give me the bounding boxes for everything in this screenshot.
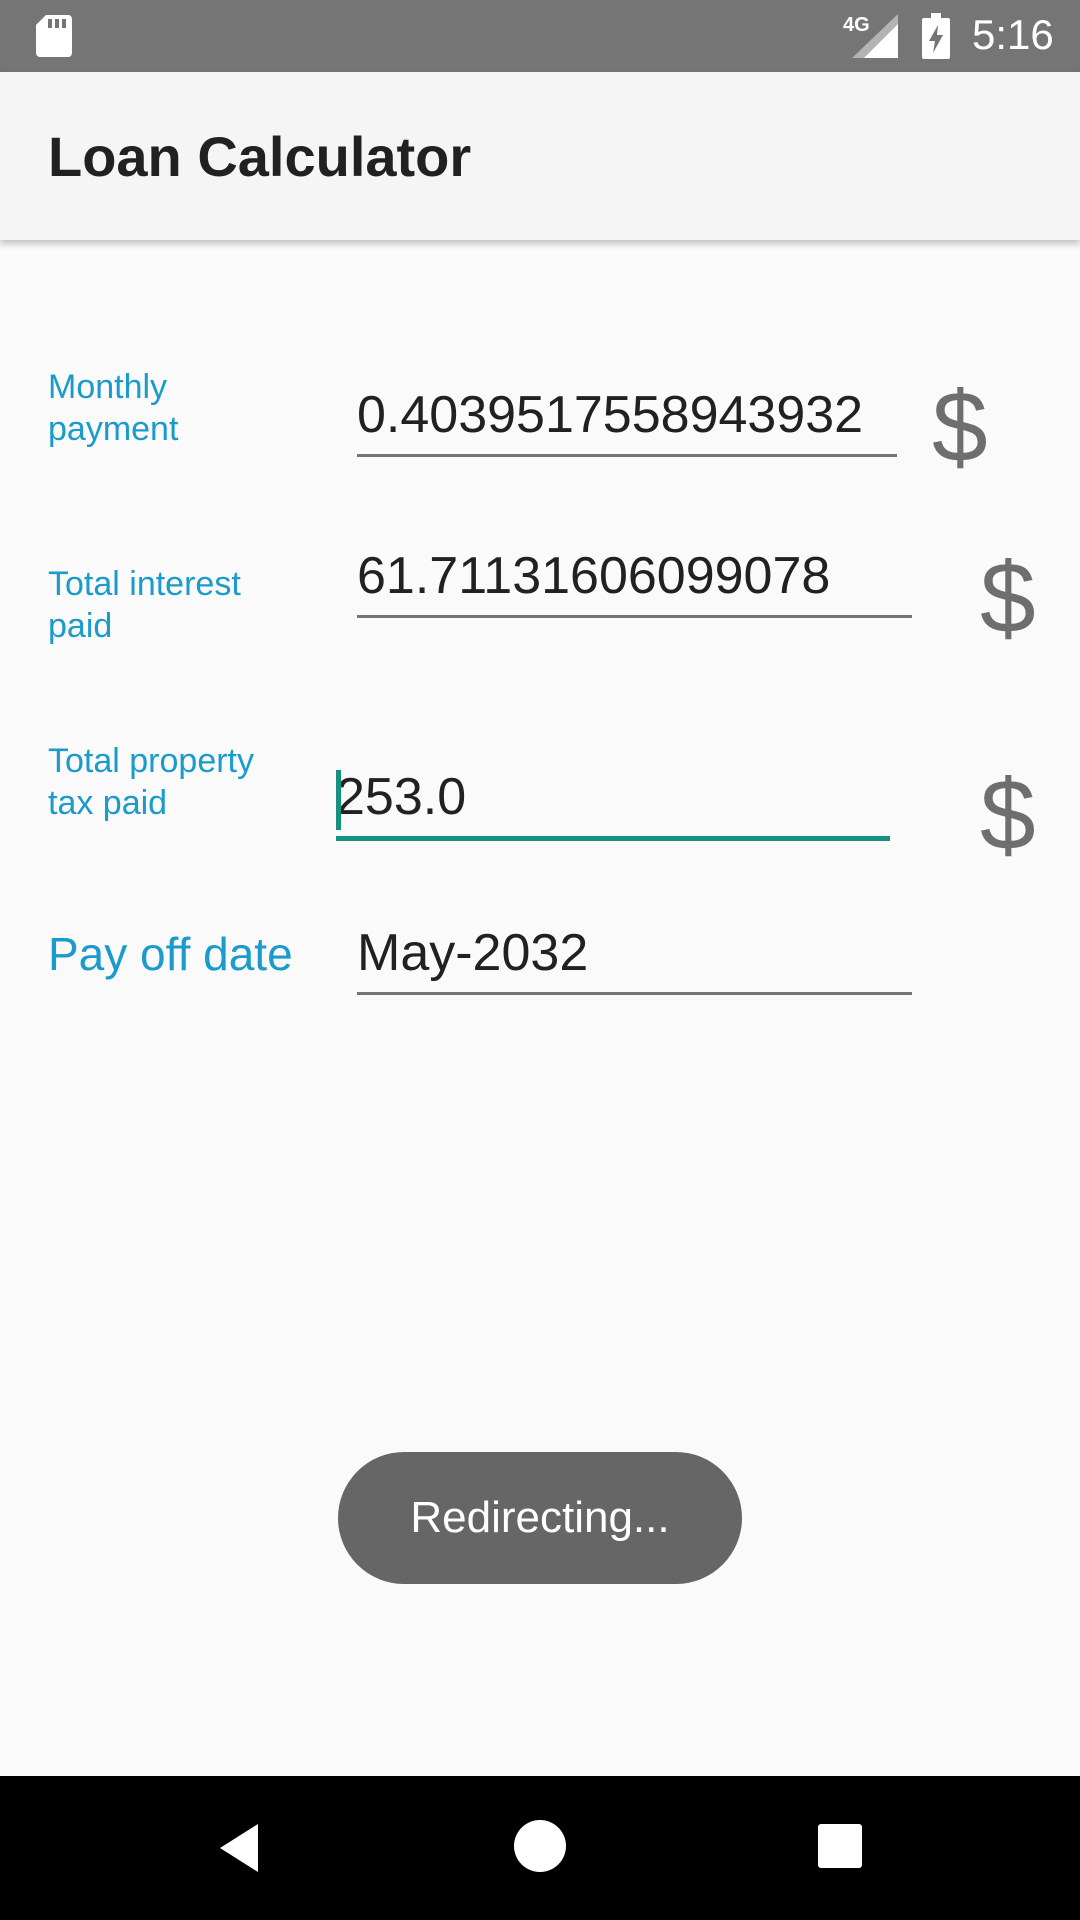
app-bar: Loan Calculator [0, 72, 1080, 240]
clock: 5:16 [972, 11, 1054, 58]
property-tax-currency: $ [980, 759, 1036, 871]
status-bar: 4G 5:16 [0, 0, 1080, 72]
sd-card-icon [36, 15, 72, 57]
total-interest-label: Total interest paid [48, 565, 241, 645]
battery-charging-icon [922, 13, 950, 59]
monthly-payment-label: Monthly payment [48, 368, 179, 448]
app-title: Loan Calculator [48, 125, 472, 188]
signal-icon [852, 14, 898, 58]
total-interest-row: Total interest paid 61.71131606099078 $ [0, 542, 1080, 665]
back-icon[interactable] [214, 1820, 270, 1876]
property-tax-value: 253.0 [336, 768, 467, 826]
home-icon[interactable] [514, 1820, 566, 1872]
text-cursor [336, 770, 341, 830]
toast-message: Redirecting... [410, 1493, 670, 1542]
total-interest-field[interactable]: 61.71131606099078 [357, 545, 912, 618]
pay-off-date-row: Pay off date May-2032 [0, 920, 1080, 1020]
property-tax-label: Total property tax paid [48, 742, 254, 822]
total-interest-currency: $ [980, 542, 1036, 654]
toast: Redirecting... [338, 1452, 742, 1584]
monthly-payment-currency: $ [932, 371, 988, 483]
property-tax-field[interactable]: 253.0 [336, 766, 890, 841]
property-tax-row: Total property tax paid 253.0 $ [0, 730, 1080, 870]
monthly-payment-field[interactable]: 0.4039517558943932 [357, 384, 897, 457]
pay-off-date-label: Pay off date [48, 928, 293, 980]
navigation-bar [0, 1776, 1080, 1920]
pay-off-date-field[interactable]: May-2032 [357, 922, 912, 995]
recents-icon[interactable] [818, 1824, 862, 1868]
monthly-payment-row: Monthly payment 0.4039517558943932 $ [0, 360, 1080, 483]
